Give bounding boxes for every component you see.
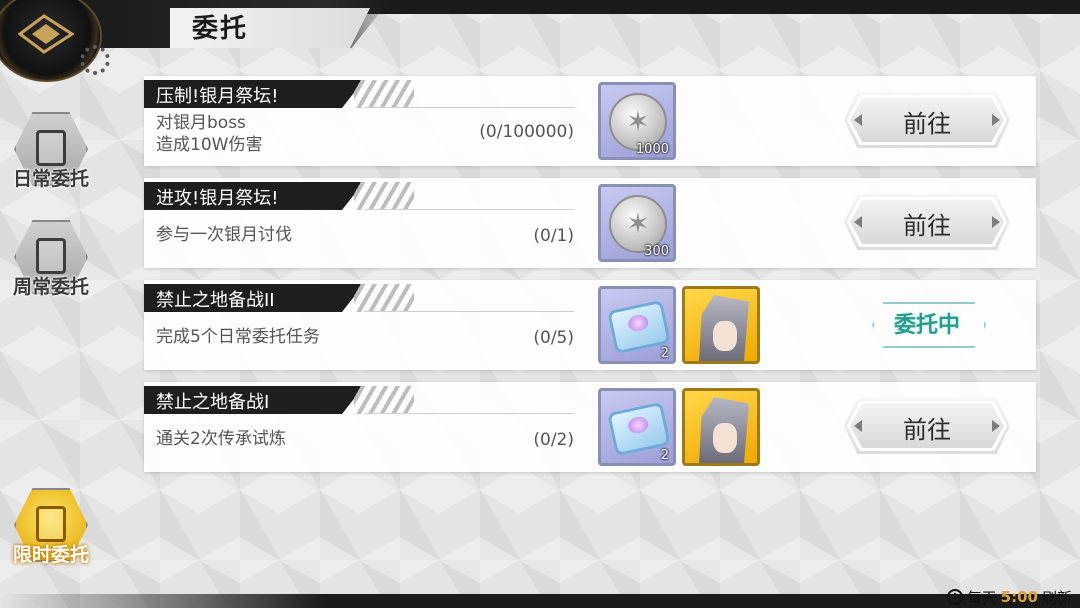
task-description: 参与一次银月讨伐 bbox=[156, 225, 292, 245]
reward-item[interactable]: 2 bbox=[598, 388, 676, 466]
task-description: 通关2次传承试炼 bbox=[156, 429, 286, 449]
character-portrait-icon bbox=[699, 295, 749, 361]
task-title-bar: 压制!银月祭坛! bbox=[144, 80, 574, 108]
refresh-prefix: 每天 bbox=[966, 588, 997, 607]
task-description: 对银月boss 造成10W伤害 bbox=[156, 113, 263, 155]
task-title-bar: 进攻!银月祭坛! bbox=[144, 182, 574, 210]
go-button-label: 前往 bbox=[903, 110, 951, 138]
character-portrait-icon bbox=[699, 397, 749, 463]
go-button-label: 前往 bbox=[903, 416, 951, 444]
reward-item[interactable]: 300 bbox=[598, 184, 676, 262]
task-title: 禁止之地备战II bbox=[156, 290, 275, 311]
task-title-bar: 禁止之地备战I bbox=[144, 386, 574, 414]
reward-item[interactable]: 2 bbox=[598, 286, 676, 364]
tab-daily-commission[interactable]: 日常委托 bbox=[6, 112, 96, 202]
top-bar: 委托 bbox=[0, 0, 1080, 52]
weekly-task-icon bbox=[36, 238, 66, 274]
reward-count: 1000 bbox=[635, 142, 669, 157]
daily-task-icon bbox=[36, 130, 66, 166]
reward-item[interactable]: 1000 bbox=[598, 82, 676, 160]
task-card: 进攻!银月祭坛! 参与一次银月讨伐 (0/1) 300 前往 bbox=[144, 178, 1036, 268]
go-button[interactable]: 前往 bbox=[844, 92, 1010, 148]
tab-label: 限时委托 bbox=[12, 544, 89, 566]
bottom-bar bbox=[0, 594, 1080, 608]
page-title: 委托 bbox=[192, 14, 249, 44]
limited-task-icon bbox=[36, 506, 66, 542]
task-card: 禁止之地备战II 完成5个日常委托任务 (0/5) 2 委托中 bbox=[144, 280, 1036, 370]
reward-item[interactable] bbox=[682, 286, 760, 364]
tab-weekly-commission[interactable]: 周常委托 bbox=[6, 220, 96, 310]
refresh-time: 5:00 bbox=[1000, 588, 1038, 606]
go-button-label: 前往 bbox=[903, 212, 951, 240]
task-title-bar: 禁止之地备战II bbox=[144, 284, 574, 312]
tab-label: 日常委托 bbox=[12, 168, 89, 190]
task-card: 禁止之地备战I 通关2次传承试炼 (0/2) 2 前往 bbox=[144, 382, 1036, 472]
task-progress: (0/1) bbox=[533, 226, 574, 246]
task-description: 完成5个日常委托任务 bbox=[156, 327, 320, 347]
refresh-timer: 每天 5:00 刷新 bbox=[946, 586, 1072, 608]
reward-count: 2 bbox=[660, 448, 669, 463]
gear-decoration-icon bbox=[80, 45, 110, 75]
tab-limited-commission[interactable]: 限时委托 bbox=[6, 488, 96, 578]
task-title: 进攻!银月祭坛! bbox=[156, 188, 279, 209]
refresh-suffix: 刷新 bbox=[1041, 588, 1072, 607]
tab-label: 周常委托 bbox=[12, 276, 89, 298]
task-progress: (0/100000) bbox=[479, 122, 574, 142]
go-button[interactable]: 前往 bbox=[844, 194, 1010, 250]
task-title: 压制!银月祭坛! bbox=[156, 86, 279, 107]
reward-count: 2 bbox=[660, 346, 669, 361]
reward-count: 300 bbox=[644, 244, 669, 259]
task-progress: (0/2) bbox=[533, 430, 574, 450]
back-arrow-icon bbox=[18, 14, 74, 54]
clock-icon bbox=[946, 589, 963, 605]
go-button[interactable]: 前往 bbox=[844, 398, 1010, 454]
in-progress-status-badge: 委托中 bbox=[862, 298, 992, 348]
reward-item[interactable] bbox=[682, 388, 760, 466]
task-progress: (0/5) bbox=[533, 328, 574, 348]
task-title: 禁止之地备战I bbox=[156, 392, 270, 413]
task-card: 压制!银月祭坛! 对银月boss 造成10W伤害 (0/100000) 1000… bbox=[144, 76, 1036, 166]
